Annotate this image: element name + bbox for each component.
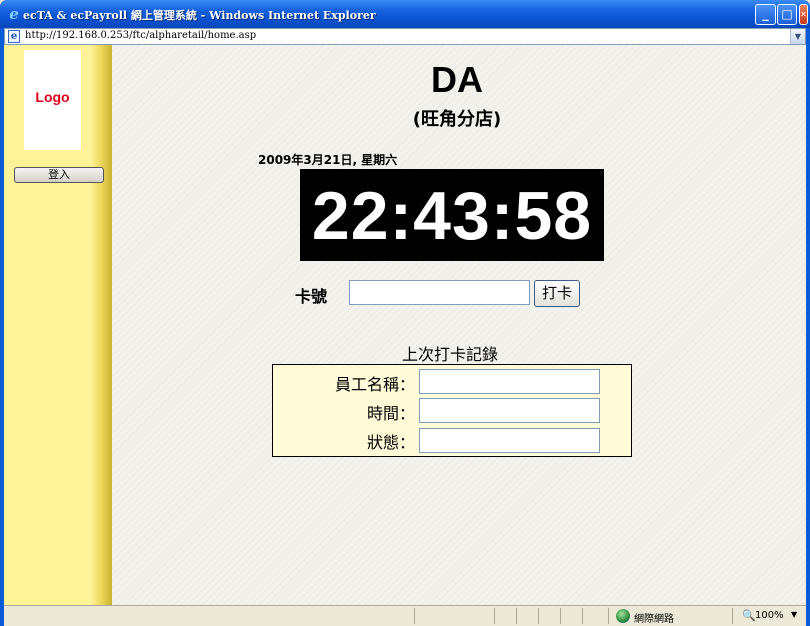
punch-button[interactable]: 打卡 (534, 280, 580, 307)
status-bar: 網際網路 🔍 100% ▼ (4, 605, 806, 626)
clock-display: 22:43:58 (300, 169, 604, 261)
page-icon: e (8, 30, 20, 43)
page-content: Logo 登入 DA (旺角分店) 2009年3月21日, 星期六 22:43:… (4, 45, 806, 605)
zoom-dropdown-icon[interactable]: ▼ (791, 610, 797, 619)
status-divider (608, 608, 609, 624)
clock-time: 22:43:58 (311, 178, 593, 254)
zoom-level[interactable]: 100% (755, 610, 784, 621)
status-divider (732, 608, 733, 624)
status-divider (582, 608, 583, 624)
status-divider (560, 608, 561, 624)
status-field[interactable] (419, 428, 600, 453)
browser-window: e ecTA & ecPayroll 網上管理系統 - Windows Inte… (0, 0, 810, 626)
maximize-button[interactable]: □ (777, 4, 797, 25)
status-divider (538, 608, 539, 624)
sidebar: Logo 登入 (4, 45, 112, 605)
card-number-input[interactable] (349, 280, 530, 305)
status-divider (414, 608, 415, 624)
last-record-panel: 員工名稱： 時間： 狀態： (272, 364, 632, 457)
time-field[interactable] (419, 398, 600, 423)
shop-name: DA (431, 59, 483, 100)
internet-zone-icon (616, 609, 630, 623)
minimize-button[interactable]: _ (755, 4, 776, 25)
status-label: 狀態： (366, 433, 415, 452)
zoom-icon: 🔍 (742, 609, 756, 622)
status-divider (494, 608, 495, 624)
time-label: 時間： (366, 404, 415, 423)
card-number-label: 卡號 (295, 287, 328, 306)
window-title: ecTA & ecPayroll 網上管理系統 - Windows Intern… (23, 9, 376, 22)
employee-name-field[interactable] (419, 369, 600, 394)
logo: Logo (24, 50, 81, 150)
branch-name: (旺角分店) (412, 109, 502, 130)
login-button[interactable]: 登入 (14, 167, 104, 183)
last-record-title: 上次打卡記錄 (402, 345, 499, 364)
status-divider (516, 608, 517, 624)
address-bar[interactable]: e http://192.168.0.253/ftc/alpharetail/h… (4, 28, 806, 45)
security-zone[interactable]: 網際網路 (634, 610, 674, 625)
address-dropdown-icon[interactable]: ▼ (790, 29, 805, 44)
employee-name-label: 員工名稱： (334, 375, 415, 394)
current-date: 2009年3月21日, 星期六 (258, 153, 398, 167)
title-bar[interactable]: e ecTA & ecPayroll 網上管理系統 - Windows Inte… (0, 0, 810, 28)
internet-explorer-icon: e (9, 5, 19, 23)
address-url[interactable]: http://192.168.0.253/ftc/alpharetail/hom… (25, 30, 256, 41)
logo-text: Logo (35, 89, 70, 105)
close-button[interactable]: ✕ (799, 4, 808, 25)
